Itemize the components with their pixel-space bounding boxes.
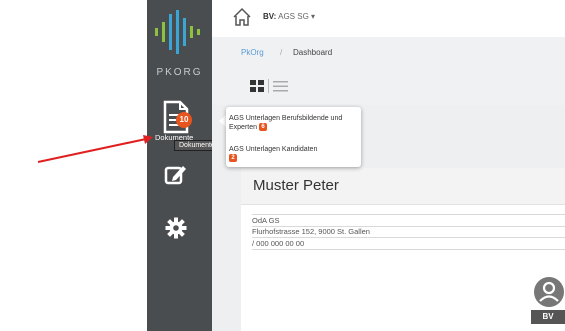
breadcrumb-root-link[interactable]: PkOrg — [241, 48, 264, 57]
popup-item-kandidaten[interactable]: AGS Unterlagen Kandidaten 2 — [229, 145, 357, 163]
chevron-down-icon: ▾ — [311, 12, 316, 21]
list-view-icon[interactable] — [273, 80, 288, 92]
user-avatar-icon[interactable] — [533, 276, 565, 314]
profile-address: Flurhofstrasse 152, 9000 St. Gallen — [252, 226, 565, 238]
breadcrumb-separator: / — [280, 48, 283, 57]
brand-name: PKORG — [156, 67, 203, 78]
breadcrumb-bar — [212, 37, 565, 77]
bv-selector[interactable]: BV: AGS SG ▾ — [263, 12, 315, 21]
home-icon[interactable] — [232, 7, 252, 27]
profile-name: Muster Peter — [253, 177, 339, 194]
bv-prefix: BV: — [263, 12, 277, 21]
breadcrumb-current: Dashboard — [293, 48, 333, 57]
view-toggle-bar — [212, 77, 565, 105]
settings-gear-icon[interactable] — [165, 217, 187, 239]
grid-view-icon[interactable] — [250, 80, 264, 92]
edit-icon[interactable] — [164, 163, 188, 185]
bv-value: AGS SG — [278, 12, 309, 21]
popup-item-badge: 6 — [258, 123, 267, 132]
popup-item-label: AGS Unterlagen Kandidaten — [229, 146, 318, 153]
documents-count-badge: 10 — [176, 112, 192, 128]
popup-item-badge: 2 — [229, 154, 237, 163]
profile-phone: / 000 000 00 00 — [252, 238, 565, 250]
popup-item-label: AGS Unterlagen Berufsbildende und Expert… — [229, 115, 343, 131]
bv-chip: BV — [531, 310, 565, 324]
pkorg-logo-icon — [155, 10, 200, 54]
popup-item-berufsbildende[interactable]: AGS Unterlagen Berufsbildende und Expert… — [229, 114, 357, 132]
view-toggle-divider — [268, 79, 269, 93]
